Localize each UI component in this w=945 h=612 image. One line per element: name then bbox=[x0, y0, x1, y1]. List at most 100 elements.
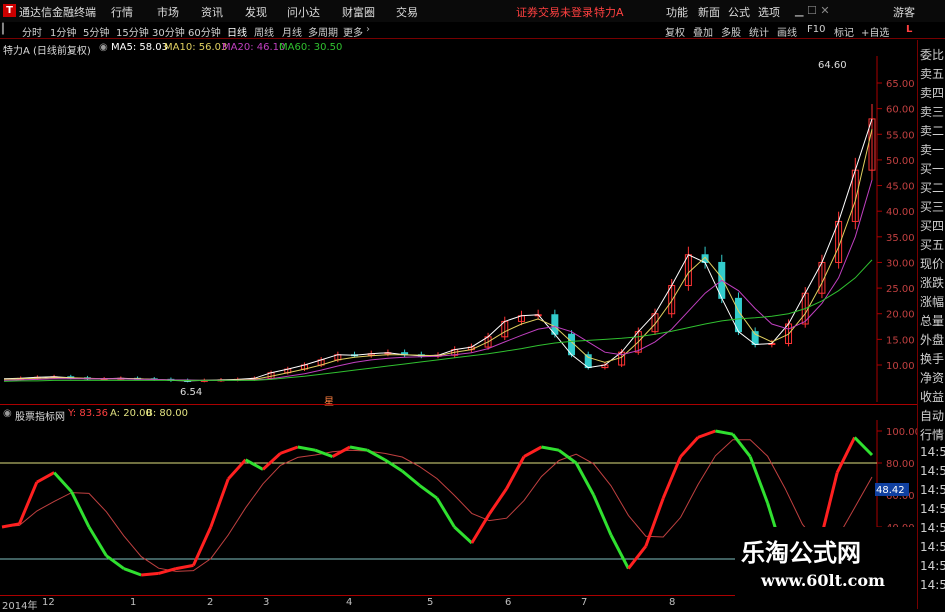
side-item[interactable]: 买三 bbox=[920, 198, 944, 215]
period-tab-bar: ▎ 分时 1分钟 5分钟 15分钟 30分钟 60分钟 日线 周线 月线 多周期… bbox=[0, 22, 945, 39]
tab-1min[interactable]: 1分钟 bbox=[50, 24, 76, 39]
side-item[interactable]: 卖二 bbox=[920, 122, 944, 139]
guest-label[interactable]: 游客 bbox=[893, 4, 915, 20]
side-item[interactable]: 收益 bbox=[920, 388, 944, 405]
side-item[interactable]: 14:56 bbox=[920, 502, 945, 516]
side-item[interactable]: 14:56 bbox=[920, 578, 945, 592]
sub-legend-y: Y: 83.36 bbox=[68, 408, 108, 419]
low-price-label: 6.54 bbox=[180, 387, 202, 398]
btn-f10[interactable]: F10 bbox=[807, 24, 825, 35]
side-item[interactable]: 买五 bbox=[920, 236, 944, 253]
menu-item-discover[interactable]: 发现 bbox=[245, 4, 267, 20]
sub-chart-legend: ◉ 股票指标网 Y: 83.36 A: 20.00 B: 80.00 bbox=[0, 406, 945, 423]
stock-name: 特力A bbox=[594, 6, 624, 19]
sub-y-axis: 100.0080.0060.0040.00 bbox=[875, 427, 917, 534]
side-item[interactable]: 14:56 bbox=[920, 445, 945, 459]
tab-30min[interactable]: 30分钟 bbox=[152, 24, 185, 39]
side-item[interactable]: 买一 bbox=[920, 160, 944, 177]
btn-adjust[interactable]: 复权 bbox=[665, 24, 685, 39]
side-item[interactable]: 卖一 bbox=[920, 141, 944, 158]
osc-segment bbox=[748, 456, 770, 504]
osc-segment bbox=[731, 433, 752, 458]
x-label: 4 bbox=[346, 597, 353, 608]
tab-monthly[interactable]: 月线 bbox=[282, 24, 302, 39]
menu-item-trade[interactable]: 交易 bbox=[396, 4, 418, 20]
ma-line-ma20 bbox=[3, 179, 873, 381]
btn-stats[interactable]: 统计 bbox=[749, 24, 769, 39]
btn-mark[interactable]: 标记 bbox=[834, 24, 854, 39]
side-item[interactable]: 净资 bbox=[920, 369, 944, 386]
side-item[interactable]: 买四 bbox=[920, 217, 944, 234]
side-item[interactable]: 自动 bbox=[920, 407, 944, 424]
side-item[interactable]: 14:56 bbox=[920, 483, 945, 497]
side-item[interactable]: 现价 bbox=[920, 255, 944, 272]
y-tick-label: 50.00 bbox=[886, 156, 915, 167]
menu-item-formula[interactable]: 公式 bbox=[728, 4, 750, 20]
tab-60min[interactable]: 60分钟 bbox=[188, 24, 221, 39]
osc-segment bbox=[261, 452, 282, 471]
osc-segment bbox=[383, 458, 404, 473]
side-item[interactable]: 外盘 bbox=[920, 331, 944, 348]
watermark: 乐淘公式网 www.60lt.com bbox=[735, 527, 917, 601]
osc-current-value: 48.42 bbox=[876, 485, 905, 496]
side-item[interactable]: 委比 bbox=[920, 46, 944, 63]
side-item[interactable]: 行情 bbox=[920, 426, 944, 443]
menu-item-news[interactable]: 资讯 bbox=[201, 4, 223, 20]
osc-segment bbox=[435, 497, 456, 528]
btn-overlay[interactable]: 叠加 bbox=[693, 24, 713, 39]
side-item[interactable]: 涨跌 bbox=[920, 274, 944, 291]
osc-segment bbox=[505, 455, 526, 490]
side-item[interactable]: 卖四 bbox=[920, 84, 944, 101]
side-item[interactable]: 14:56 bbox=[920, 540, 945, 554]
x-label: 5 bbox=[427, 597, 434, 608]
btn-add-watchlist[interactable]: +自选 bbox=[861, 24, 889, 39]
osc-segment bbox=[209, 478, 230, 528]
osc-segment bbox=[314, 448, 334, 459]
sub-legend-icon[interactable]: ◉ bbox=[3, 408, 12, 419]
side-item[interactable]: 总量 bbox=[920, 312, 944, 329]
window-buttons-icon[interactable]: ▁ ☐ ✕ bbox=[795, 4, 830, 17]
y-tick-label: 25.00 bbox=[886, 284, 915, 295]
side-item[interactable]: 涨幅 bbox=[920, 293, 944, 310]
btn-draw[interactable]: 画线 bbox=[777, 24, 797, 39]
osc-segment bbox=[349, 445, 368, 452]
y-tick-label: 55.00 bbox=[886, 130, 915, 141]
chevron-right-icon[interactable]: › bbox=[366, 24, 370, 35]
osc-segment bbox=[715, 429, 734, 436]
y-tick-label: 60.00 bbox=[886, 105, 915, 116]
tab-5min[interactable]: 5分钟 bbox=[83, 24, 109, 39]
osc-segment bbox=[418, 484, 438, 500]
menu-item-market[interactable]: 市场 bbox=[157, 4, 179, 20]
tab-intraday[interactable]: 分时 bbox=[22, 24, 42, 39]
osc-segment bbox=[141, 571, 159, 577]
side-item[interactable]: 卖三 bbox=[920, 103, 944, 120]
side-item[interactable]: 14:56 bbox=[920, 559, 945, 573]
side-item[interactable]: 14:56 bbox=[920, 464, 945, 478]
tab-more[interactable]: 更多 bbox=[343, 24, 363, 39]
menu-item-function[interactable]: 功能 bbox=[666, 4, 688, 20]
osc-segment bbox=[697, 429, 716, 439]
btn-multi-stock[interactable]: 多股 bbox=[721, 24, 741, 39]
login-notice[interactable]: 证券交易未登录 bbox=[516, 4, 593, 20]
kline-chart[interactable]: 65.00 60.00 55.00 50.00 45.00 40.00 35.00 30.00… bbox=[0, 40, 917, 595]
osc-segment bbox=[175, 563, 194, 571]
menu-icon[interactable]: ▎ bbox=[2, 24, 10, 35]
tab-multi-period[interactable]: 多周期 bbox=[308, 24, 338, 39]
side-item[interactable]: 买二 bbox=[920, 179, 944, 196]
ma-line-ma5 bbox=[3, 118, 873, 382]
side-item[interactable]: 换手 bbox=[920, 350, 944, 367]
menu-item-new-page[interactable]: 新面 bbox=[698, 4, 720, 20]
pane-separator[interactable] bbox=[0, 404, 917, 405]
tab-15min[interactable]: 15分钟 bbox=[116, 24, 149, 39]
menu-item-wealth[interactable]: 财富圈 bbox=[342, 4, 375, 20]
menu-item-options[interactable]: 选项 bbox=[758, 4, 780, 20]
osc-segment bbox=[401, 469, 421, 487]
menu-item-ask[interactable]: 问小达 bbox=[287, 4, 320, 20]
osc-segment bbox=[53, 471, 73, 493]
side-item[interactable]: 14:56 bbox=[920, 521, 945, 535]
tab-weekly[interactable]: 周线 bbox=[254, 24, 274, 39]
side-item[interactable]: 卖五 bbox=[920, 65, 944, 82]
tab-daily[interactable]: 日线 bbox=[227, 24, 247, 39]
quote-side-panel[interactable]: 委比卖五卖四卖三卖二卖一买一买二买三买四买五现价涨跌涨幅总量外盘换手净资收益自动… bbox=[917, 40, 945, 609]
menu-item-quotes[interactable]: 行情 bbox=[111, 4, 133, 20]
